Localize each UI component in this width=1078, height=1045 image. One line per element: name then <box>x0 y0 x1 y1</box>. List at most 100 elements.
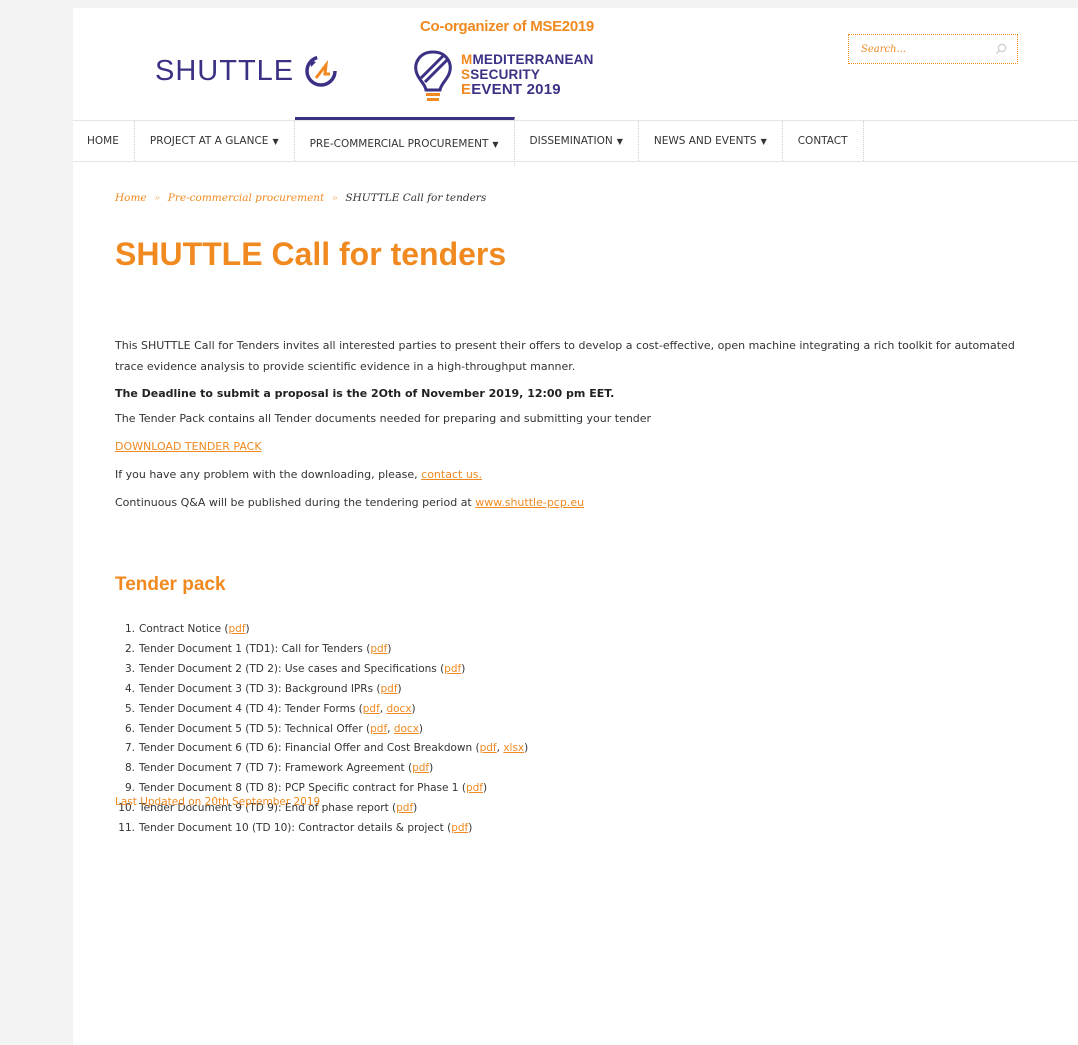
nav-home[interactable]: HOME <box>73 121 135 161</box>
closing-paren: ) <box>429 762 434 775</box>
mse-logo-icon <box>414 50 452 101</box>
problem-text: If you have any problem with the downloa… <box>115 468 422 481</box>
tender-list-item: 7. Tender Document 6 (TD 6): Financial Of… <box>115 739 1045 759</box>
tender-pack-heading: Tender pack <box>115 574 226 595</box>
nav-label: HOME <box>87 135 119 147</box>
closing-paren: ) <box>482 782 488 795</box>
tender-list-item: 3. Tender Document 2 (TD 2): Use cases an… <box>115 660 1045 680</box>
contact-us-link[interactable]: contact us. <box>421 468 482 481</box>
list-number: 8. <box>124 762 135 775</box>
header: SHUTTLE Co-organizer of MSE2019 MMEDITER… <box>73 8 1078 120</box>
search-input[interactable] <box>859 42 983 56</box>
mse-line3: EVENT <box>471 81 523 98</box>
main-nav: HOME PROJECT AT A GLANCE ▼ PRE-COMMERCIA… <box>73 117 1078 166</box>
closing-paren: ) <box>411 702 416 715</box>
pdf-link[interactable]: pdf <box>363 703 380 715</box>
list-number: 2. <box>124 642 135 655</box>
closing-paren: ) <box>418 722 424 735</box>
tender-item-text: Tender Document 1 (TD1): Call for Tender… <box>139 642 371 655</box>
qa-text: Continuous Q&A will be published during … <box>115 496 476 509</box>
pdf-link[interactable]: pdf <box>466 782 483 794</box>
link-separator: , <box>387 722 394 735</box>
mse-line2: SECURITY <box>470 67 541 82</box>
caret-down-icon: ▼ <box>616 136 623 146</box>
tender-item-text: Tender Document 10 (TD 10): Contractor d… <box>139 822 452 835</box>
pdf-link[interactable]: pdf <box>444 663 461 675</box>
shuttle-logo[interactable]: SHUTTLE <box>155 52 340 90</box>
tender-list-item: 8. Tender Document 7 (TD 7): Framework Ag… <box>115 759 1045 779</box>
caret-down-icon: ▼ <box>760 136 767 146</box>
tender-pack-description: The Tender Pack contains all Tender docu… <box>115 412 652 425</box>
tender-item-text: Tender Document 7 (TD 7): Framework Agre… <box>139 762 413 775</box>
tender-item-text: Tender Document 8 (TD 8): PCP Specific c… <box>139 782 466 795</box>
tender-item-text: Tender Document 3 (TD 3): Background IPR… <box>139 682 381 695</box>
tender-list-item: 4. Tender Document 3 (TD 3): Background I… <box>115 680 1045 700</box>
breadcrumb-home[interactable]: Home <box>115 192 147 204</box>
closing-paren: ) <box>413 802 418 815</box>
closing-paren: ) <box>524 742 529 755</box>
qa-row: Continuous Q&A will be published during … <box>115 494 1045 512</box>
list-number: 3. <box>124 662 135 675</box>
nav-news-and-events[interactable]: NEWS AND EVENTS ▼ <box>639 121 783 161</box>
page: SHUTTLE Co-organizer of MSE2019 MMEDITER… <box>73 8 1078 1045</box>
tender-list-item: 2. Tender Document 1 (TD1): Call for Tend… <box>115 640 1045 660</box>
list-number: 5. <box>124 702 135 715</box>
list-number: 11. <box>118 822 135 835</box>
pdf-link[interactable]: pdf <box>229 623 246 635</box>
nav-dissemination[interactable]: DISSEMINATION ▼ <box>515 121 639 161</box>
nav-contact[interactable]: CONTACT <box>783 121 864 161</box>
pdf-link[interactable]: pdf <box>370 643 387 655</box>
pdf-link[interactable]: pdf <box>451 822 468 834</box>
logo-text: SHUTTLE <box>155 54 295 87</box>
tender-item-text: Contract Notice ( <box>139 623 229 635</box>
nav-project-at-a-glance[interactable]: PROJECT AT A GLANCE ▼ <box>135 121 295 161</box>
xlsx-link[interactable]: xlsx <box>503 742 524 754</box>
breadcrumb-section[interactable]: Pre-commercial procurement <box>168 192 324 204</box>
tender-list-item: 11. Tender Document 10 (TD 10): Contracto… <box>115 819 1045 839</box>
pdf-link[interactable]: pdf <box>380 683 397 695</box>
pdf-link[interactable]: pdf <box>370 723 387 735</box>
tender-item-text: Tender Document 2 (TD 2): Use cases and … <box>139 662 445 675</box>
coorganizer-label: Co-organizer of MSE2019 <box>420 18 594 35</box>
breadcrumb-separator: » <box>154 192 161 204</box>
breadcrumb-separator: » <box>331 192 339 204</box>
closing-paren: ) <box>245 623 250 635</box>
website-link[interactable]: www.shuttle-pcp.eu <box>475 496 584 509</box>
list-number: 4. <box>124 682 135 695</box>
pdf-link[interactable]: pdf <box>412 762 429 774</box>
closing-paren: ) <box>397 682 402 695</box>
mse-text: MMEDITERRANEAN SSECURITY EEVENT 2019 <box>461 52 594 98</box>
main-content: Home » Pre-commercial procurement » SHUT… <box>115 192 1045 839</box>
search-icon[interactable] <box>995 43 1007 55</box>
nav-pre-commercial-procurement[interactable]: PRE-COMMERCIAL PROCUREMENT ▼ <box>294 117 515 166</box>
search-box <box>848 34 1018 64</box>
closing-paren: ) <box>461 662 466 675</box>
tender-list-item: 6. Tender Document 5 (TD 5): Technical Of… <box>115 720 1045 740</box>
docx-link[interactable]: docx <box>386 703 411 715</box>
list-number: 6. <box>124 722 135 735</box>
list-number: 1. <box>124 623 135 635</box>
pdf-link[interactable]: pdf <box>480 742 497 754</box>
docx-link[interactable]: docx <box>394 723 419 735</box>
mse-year: 2019 <box>526 81 561 98</box>
last-updated: Last Updated on 20th September 2019 <box>115 796 321 808</box>
nav-label: NEWS AND EVENTS <box>653 135 757 147</box>
list-number: 7. <box>124 742 135 755</box>
nav-label: PROJECT AT A GLANCE <box>149 135 269 147</box>
closing-paren: ) <box>387 642 392 655</box>
mse-line1: MEDITERRANEAN <box>472 52 594 67</box>
download-tender-pack-link[interactable]: DOWNLOAD TENDER PACK <box>115 440 262 453</box>
problem-row: If you have any problem with the downloa… <box>115 466 1045 484</box>
nav-label: PRE-COMMERCIAL PROCUREMENT <box>309 138 489 150</box>
nav-label: CONTACT <box>797 135 848 147</box>
nav-label: DISSEMINATION <box>529 135 613 147</box>
breadcrumb-current: SHUTTLE Call for tenders <box>345 192 487 204</box>
tender-list-item: 5. Tender Document 4 (TD 4): Tender Forms… <box>115 700 1045 720</box>
tender-item-text: Tender Document 4 (TD 4): Tender Forms ( <box>139 702 363 715</box>
tender-item-text: Tender Document 6 (TD 6): Financial Offe… <box>139 742 480 755</box>
deadline-text: The Deadline to submit a proposal is the… <box>115 387 615 400</box>
caret-down-icon: ▼ <box>492 139 499 149</box>
pdf-link[interactable]: pdf <box>396 802 413 814</box>
breadcrumb: Home » Pre-commercial procurement » SHUT… <box>115 192 1045 204</box>
mse-logo[interactable]: MMEDITERRANEAN SSECURITY EEVENT 2019 <box>411 48 594 104</box>
